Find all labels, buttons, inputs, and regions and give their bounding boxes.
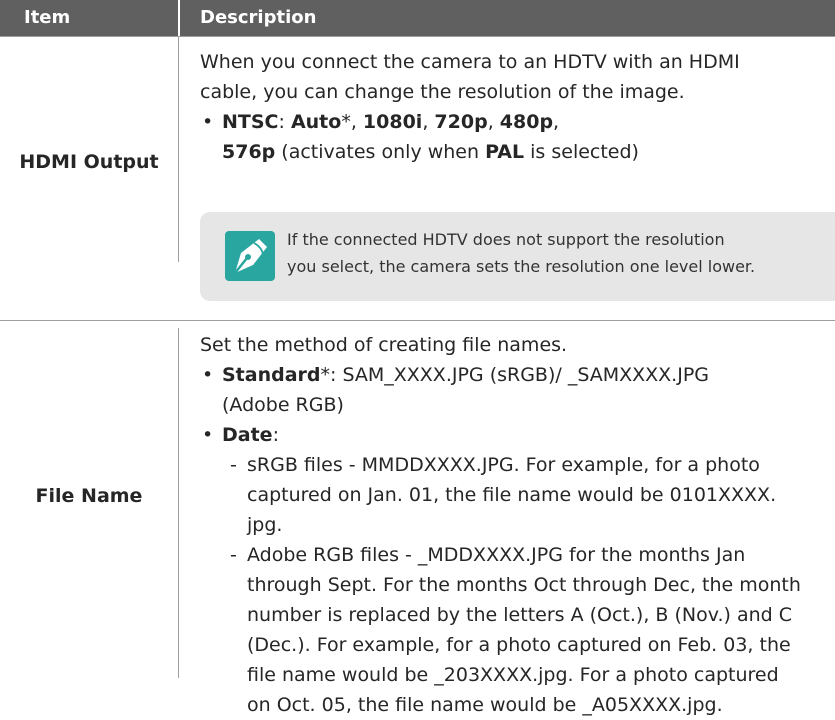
text-line: When you connect the camera to an HDTV w… [200, 51, 740, 73]
text-line: sRGB files - MMDDXXXX.JPG. For example, … [247, 454, 760, 476]
column-divider [178, 328, 179, 678]
option-480p: 480p [499, 111, 554, 133]
option-576p: 576p [222, 141, 276, 163]
row-item-file-name: File Name [35, 485, 143, 507]
header-description: Description [200, 7, 317, 28]
note-pen-icon-graphic [234, 239, 267, 274]
note-text: If the connected HDTV does not support t… [287, 226, 832, 280]
option-720p: 720p [434, 111, 488, 133]
header-item: Item [24, 7, 71, 28]
bullet-ntsc: NTSC: Auto*, 1080i, 720p, 480p, [200, 107, 830, 137]
row-divider [0, 36, 835, 37]
text-line: on Oct. 05, the file name would be _A05X… [247, 694, 723, 716]
text-line: cable, you can change the resolution of … [200, 81, 685, 103]
text-line: 576p (activates only when PAL is selecte… [222, 141, 639, 163]
note-pen-icon [225, 231, 275, 281]
text-line: Set the method of creating file names. [200, 334, 568, 356]
row-item-hdmi-output: HDMI Output [19, 151, 159, 173]
standard-label: Standard [222, 364, 321, 386]
text-line: through Sept. For the months Oct through… [247, 574, 801, 596]
pal-label: PAL [485, 141, 525, 163]
text-line: file name would be _203XXXX.jpg. For a p… [247, 664, 779, 686]
column-divider [178, 36, 179, 262]
dash-adobe-rgb: Adobe RGB files - _MDDXXXX.JPG for the m… [200, 540, 830, 720]
text-line: number is replaced by the letters A (Oct… [247, 604, 793, 626]
text-line: captured on Jan. 01, the file name would… [247, 484, 777, 506]
option-1080i: 1080i [362, 111, 423, 133]
note-box: If the connected HDTV does not support t… [200, 212, 835, 301]
date-label: Date [222, 424, 273, 446]
text-line: jpg. [247, 514, 283, 536]
row-divider [0, 320, 835, 321]
text-line: (Adobe RGB) [222, 394, 344, 416]
dash-srgb: sRGB files - MMDDXXXX.JPG. For example, … [200, 450, 830, 540]
header-divider [178, 0, 180, 36]
table-header: Item Description [0, 0, 835, 36]
row-description-file-name: Set the method of creating file names. S… [200, 330, 830, 720]
bullet-date: Date: [200, 420, 830, 450]
bullet-standard: Standard*: SAM_XXXX.JPG (sRGB)/ _SAMXXXX… [200, 360, 830, 390]
text-line: If the connected HDTV does not support t… [287, 230, 725, 249]
row-description-hdmi-output: When you connect the camera to an HDTV w… [200, 47, 830, 167]
auto-option: Auto [290, 111, 342, 133]
text-line: you select, the camera sets the resoluti… [287, 257, 756, 276]
text-line: (Dec.). For example, for a photo capture… [247, 634, 791, 656]
ntsc-label: NTSC [222, 111, 279, 133]
text-line: Adobe RGB files - _MDDXXXX.JPG for the m… [247, 544, 746, 566]
